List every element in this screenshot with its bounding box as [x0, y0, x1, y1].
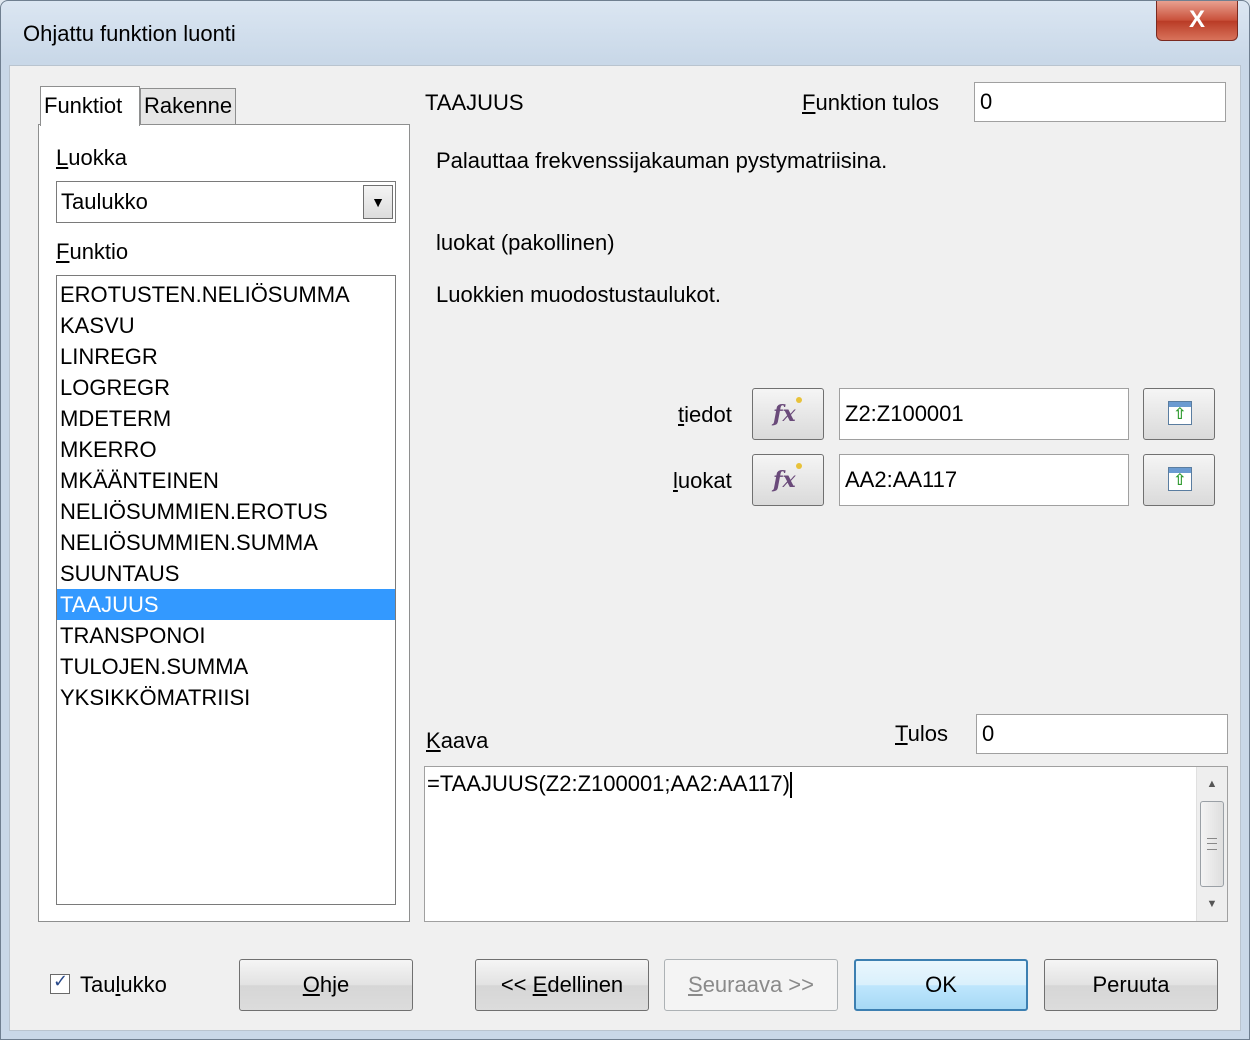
parameter-title: luokat (pakollinen) — [436, 230, 615, 255]
table-checkbox-label[interactable]: Taulukko — [80, 972, 167, 998]
list-item[interactable]: SUUNTAUS — [57, 558, 395, 589]
window-title: Ohjattu funktion luonti — [23, 21, 236, 46]
ok-button[interactable]: OK — [854, 959, 1028, 1011]
shrink-dialog-icon — [1168, 467, 1192, 491]
function-list-label: Funktio — [56, 239, 129, 264]
argument-label-luokat: luokat — [673, 468, 732, 493]
functions-tab-panel: Luokka Taulukko ▼ Funktio EROTUSTEN.NELI… — [38, 124, 410, 922]
function-name: TAAJUUS — [425, 90, 524, 115]
function-description: Palauttaa frekvenssijakauman pystymatrii… — [436, 148, 888, 173]
tab-rakenne[interactable]: Rakenne — [140, 88, 236, 124]
shrink-dialog-icon — [1168, 401, 1192, 425]
text-caret — [789, 772, 792, 799]
previous-button[interactable]: << Edellinen — [475, 959, 649, 1011]
title-bar[interactable]: Ohjattu funktion luonti X — [1, 1, 1249, 65]
function-result-label: Funktion tulos — [802, 90, 939, 115]
list-item[interactable]: MKÄÄNTEINEN — [57, 465, 395, 496]
formula-scrollbar[interactable]: ▲ ▼ — [1196, 767, 1227, 921]
formula-text: =TAAJUUS(Z2:Z100001;AA2:AA117) — [427, 771, 792, 799]
checkmark-icon: ✓ — [53, 971, 69, 991]
parameter-description: Luokkien muodostustaulukot. — [436, 282, 721, 307]
list-item[interactable]: YKSIKKÖMATRIISI — [57, 682, 395, 713]
formula-editor[interactable]: =TAAJUUS(Z2:Z100001;AA2:AA117) ▲ ▼ — [424, 766, 1228, 922]
function-wizard-icon: fx — [773, 397, 802, 427]
function-wizard-button-luokat[interactable]: fx — [752, 454, 824, 506]
list-item[interactable]: NELIÖSUMMIEN.SUMMA — [57, 527, 395, 558]
dialog-client-area: Funktiot Rakenne Luokka Taulukko ▼ Funkt… — [9, 65, 1241, 1031]
cancel-button[interactable]: Peruuta — [1044, 959, 1218, 1011]
list-item[interactable]: TULOJEN.SUMMA — [57, 651, 395, 682]
dialog-window: Ohjattu funktion luonti X Funktiot Raken… — [0, 0, 1250, 1040]
list-item[interactable]: NELIÖSUMMIEN.EROTUS — [57, 496, 395, 527]
list-item[interactable]: MDETERM — [57, 403, 395, 434]
shrink-button-tiedot[interactable] — [1143, 388, 1215, 440]
function-result-field[interactable]: 0 — [974, 82, 1226, 122]
list-item[interactable]: KASVU — [57, 310, 395, 341]
function-wizard-button-tiedot[interactable]: fx — [752, 388, 824, 440]
scroll-thumb[interactable] — [1200, 801, 1224, 887]
chevron-down-icon[interactable]: ▼ — [363, 185, 393, 219]
list-item[interactable]: LOGREGR — [57, 372, 395, 403]
function-wizard-icon: fx — [773, 463, 802, 493]
scroll-down-icon[interactable]: ▼ — [1197, 893, 1227, 915]
list-item[interactable]: TRANSPONOI — [57, 620, 395, 651]
category-select-value: Taulukko — [61, 189, 148, 214]
function-list[interactable]: EROTUSTEN.NELIÖSUMMA KASVU LINREGR LOGRE… — [56, 275, 396, 905]
next-button[interactable]: Seuraava >> — [664, 959, 838, 1011]
argument-input-tiedot[interactable]: Z2:Z100001 — [839, 388, 1129, 440]
category-label: Luokka — [56, 145, 127, 170]
formula-result-field[interactable]: 0 — [976, 714, 1228, 754]
tab-funktiot[interactable]: Funktiot — [40, 86, 140, 126]
argument-label-tiedot: tiedot — [678, 402, 732, 427]
shrink-button-luokat[interactable] — [1143, 454, 1215, 506]
list-item[interactable]: MKERRO — [57, 434, 395, 465]
argument-input-luokat[interactable]: AA2:AA117 — [839, 454, 1129, 506]
close-button[interactable]: X — [1156, 1, 1238, 41]
formula-label: Kaava — [426, 728, 489, 753]
formula-result-label: Tulos — [895, 721, 948, 746]
scroll-up-icon[interactable]: ▲ — [1197, 773, 1227, 795]
list-item[interactable]: EROTUSTEN.NELIÖSUMMA — [57, 279, 395, 310]
list-item-selected[interactable]: TAAJUUS — [57, 589, 395, 620]
list-item[interactable]: LINREGR — [57, 341, 395, 372]
table-checkbox[interactable]: ✓ — [50, 971, 70, 994]
category-select[interactable]: Taulukko ▼ — [56, 181, 396, 223]
help-button[interactable]: Ohje — [239, 959, 413, 1011]
